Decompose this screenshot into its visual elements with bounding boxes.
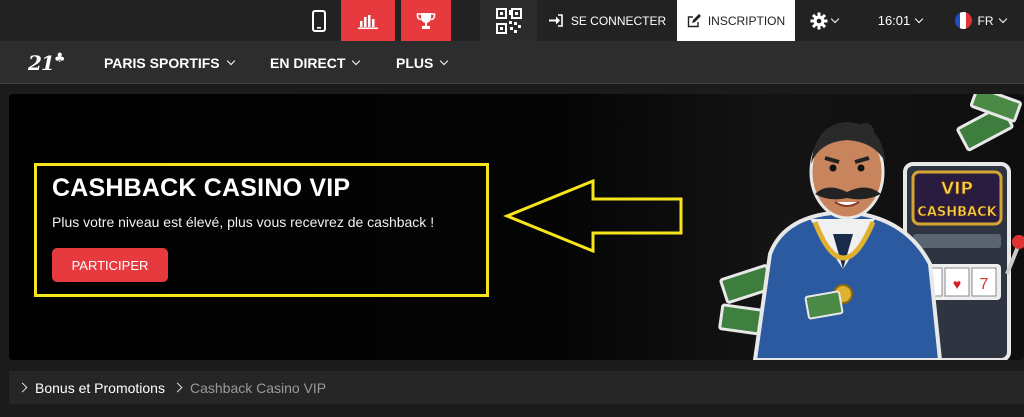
phone-icon [312,9,326,32]
breadcrumb: Bonus et Promotions Cashback Casino VIP [9,371,1024,404]
gear-icon [810,12,828,29]
time-display[interactable]: 16:01 [864,0,936,41]
mobile-app-button[interactable] [300,0,338,41]
qr-code-icon [495,7,522,34]
chevron-down-icon [226,56,235,65]
login-label: SE CONNECTER [570,13,667,28]
nav-item-label: PARIS SPORTIFS [104,54,220,71]
svg-text:7: 7 [980,276,989,293]
promo-illustration: VIP CASHBACK 7 ♥ 7 [718,94,1024,360]
slot-sign-cashback: CASHBACK [917,205,997,220]
signup-label: INSCRIPTION [707,13,786,28]
breadcrumb-current: Cashback Casino VIP [189,379,327,396]
promo-subtitle: Plus votre niveau est élevé, plus vous r… [52,214,435,230]
qr-code-button[interactable] [480,0,537,41]
french-flag-icon [954,12,972,29]
chevron-down-icon [915,14,924,23]
slot-sign-vip: VIP [941,179,973,199]
language-selector[interactable]: FR [950,0,1010,41]
site-logo[interactable]: 21♣ [28,51,65,75]
breadcrumb-link-bonus[interactable]: Bonus et Promotions [35,380,165,396]
top-bar: SE CONNECTER INSCRIPTION 16:01 FR [0,0,1024,41]
login-icon [548,14,563,27]
logo-text: 21 [28,51,55,75]
chevron-right-icon [172,382,183,393]
edit-icon [687,13,701,27]
svg-text:♥: ♥ [953,276,961,292]
time-label: 16:01 [877,13,911,28]
trophy-icon [416,12,436,29]
participate-button[interactable]: PARTICIPER [52,248,168,282]
login-button[interactable]: SE CONNECTER [545,0,670,41]
vip-character [752,122,943,360]
chevron-down-icon [440,56,449,65]
main-nav: 21♣ PARIS SPORTIFS EN DIRECT PLUS [0,41,1024,84]
nav-item-paris-sportifs[interactable]: PARIS SPORTIFS [104,41,235,84]
nav-item-label: PLUS [396,54,434,71]
highlight-arrow [503,179,683,253]
signup-button[interactable]: INSCRIPTION [677,0,795,41]
statistics-button[interactable] [341,0,395,41]
language-label: FR [977,13,994,28]
chevron-right-icon [17,382,28,393]
nav-item-label: EN DIRECT [270,54,346,71]
nav-item-plus[interactable]: PLUS [396,41,449,84]
chevron-down-icon [998,14,1007,23]
promo-title: CASHBACK CASINO VIP [52,174,351,202]
chevron-down-icon [830,14,840,23]
settings-menu[interactable] [800,0,848,41]
nav-item-en-direct[interactable]: EN DIRECT [270,41,361,84]
tournaments-button[interactable] [401,0,451,41]
chevron-down-icon [352,56,361,65]
stats-icon [358,14,378,29]
